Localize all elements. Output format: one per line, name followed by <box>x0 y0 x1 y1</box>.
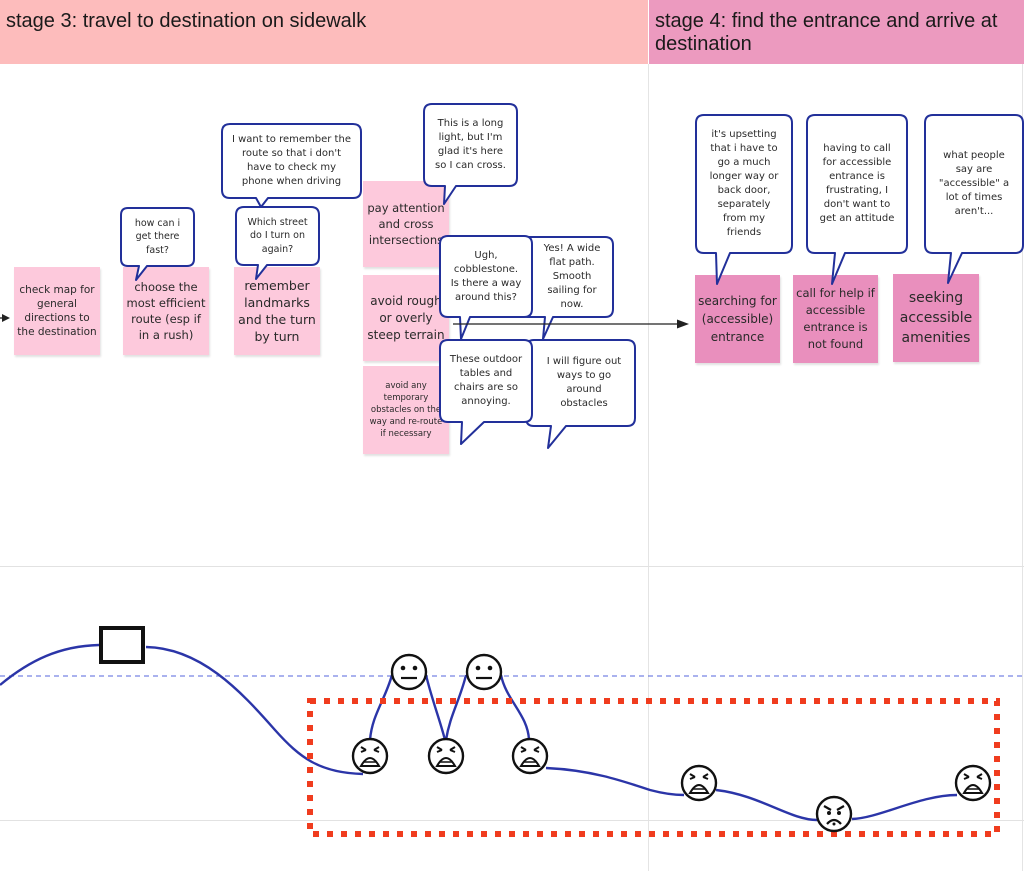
faces-layer <box>351 653 992 833</box>
distressed-face-icon <box>351 737 389 775</box>
distressed-face-icon <box>680 764 718 802</box>
angry-face-icon <box>815 795 853 833</box>
distressed-face-icon <box>511 737 549 775</box>
neutral-face-icon <box>390 653 428 691</box>
distressed-face-icon <box>954 764 992 802</box>
distressed-face-icon <box>427 737 465 775</box>
neutral-face-icon <box>465 653 503 691</box>
